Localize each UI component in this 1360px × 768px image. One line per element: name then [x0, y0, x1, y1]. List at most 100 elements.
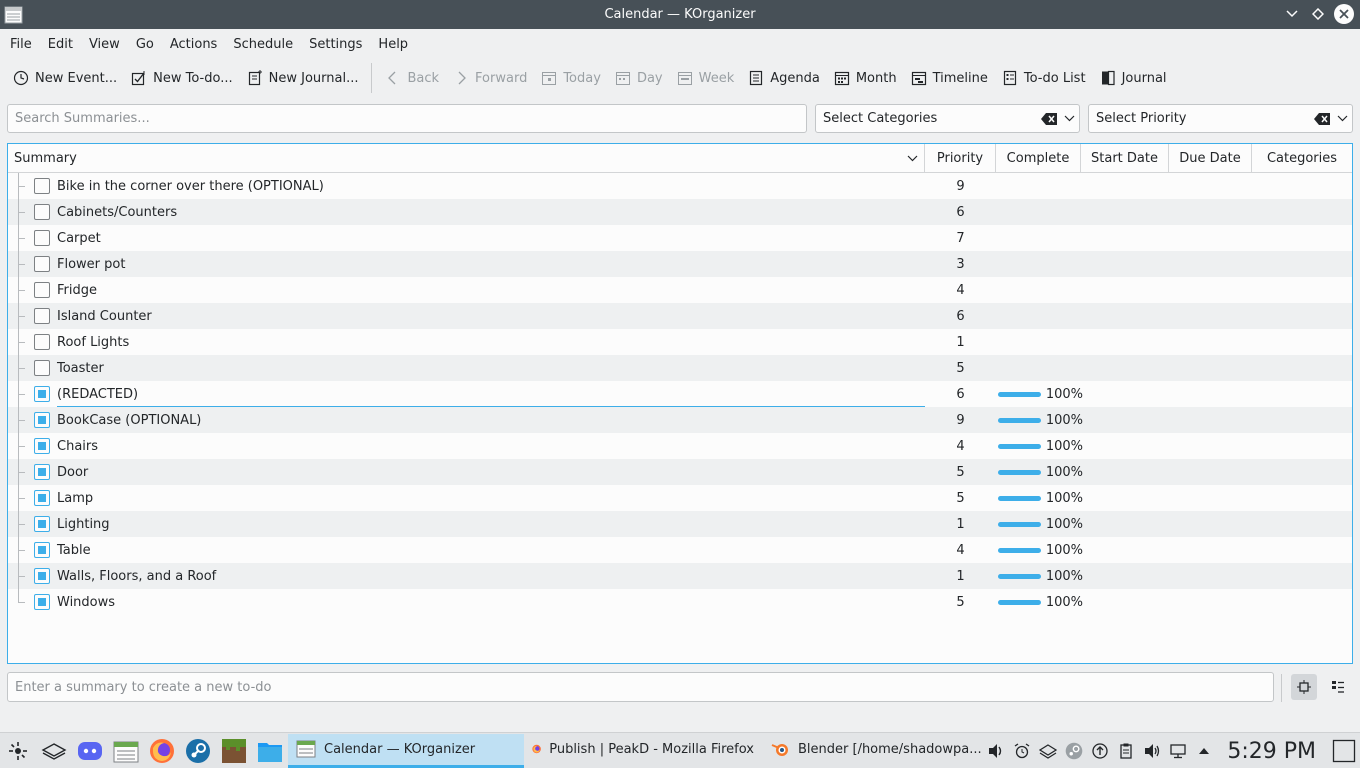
priority-dropdown-arrow[interactable] — [1332, 115, 1352, 122]
column-header-complete[interactable]: Complete — [996, 144, 1081, 172]
tray-updates[interactable] — [1087, 733, 1113, 768]
todo-complete-checkbox[interactable] — [34, 308, 50, 324]
timeline-view-button[interactable]: Timeline — [904, 63, 995, 93]
todo-complete-checkbox[interactable] — [34, 256, 50, 272]
tray-volume[interactable] — [1139, 733, 1165, 768]
launcher-firefox[interactable] — [144, 733, 180, 768]
todo-complete-checkbox[interactable] — [34, 516, 50, 532]
menu-file[interactable]: File — [2, 37, 40, 52]
clear-priority-button[interactable] — [1312, 112, 1332, 125]
todo-row[interactable]: Roof Lights 1 — [8, 329, 1352, 355]
tray-clipboard[interactable] — [1113, 733, 1139, 768]
day-view-button[interactable]: Day — [608, 63, 670, 93]
todo-row[interactable]: Lighting 1 100% — [8, 511, 1352, 537]
priority-filter-combo[interactable]: Select Priority — [1088, 104, 1353, 133]
agenda-view-button[interactable]: Agenda — [741, 63, 827, 93]
tray-audio-volume[interactable] — [983, 733, 1009, 768]
todo-complete-checkbox[interactable] — [34, 360, 50, 376]
quick-add-todo-input[interactable]: Enter a summary to create a new to-do — [7, 672, 1274, 702]
tray-expand-button[interactable] — [1191, 733, 1217, 768]
todo-row[interactable]: Bike in the corner over there (OPTIONAL)… — [8, 173, 1352, 199]
todo-row[interactable]: Walls, Floors, and a Roof 1 100% — [8, 563, 1352, 589]
column-header-priority[interactable]: Priority — [925, 144, 996, 172]
todo-row[interactable]: Lamp 5 100% — [8, 485, 1352, 511]
todo-row[interactable]: Cabinets/Counters 6 — [8, 199, 1352, 225]
search-summaries-input[interactable]: Search Summaries... — [7, 104, 807, 133]
column-header-start-date[interactable]: Start Date — [1081, 144, 1169, 172]
menu-edit[interactable]: Edit — [40, 37, 81, 52]
column-header-due-date[interactable]: Due Date — [1169, 144, 1252, 172]
launcher-minecraft[interactable] — [216, 733, 252, 768]
menu-go[interactable]: Go — [128, 37, 162, 52]
menu-schedule[interactable]: Schedule — [225, 37, 301, 52]
todo-complete-checkbox[interactable] — [34, 464, 50, 480]
todo-row[interactable]: Table 4 100% — [8, 537, 1352, 563]
todo-complete-checkbox[interactable] — [34, 412, 50, 428]
todo-complete-checkbox[interactable] — [34, 282, 50, 298]
launcher-desktop[interactable] — [36, 733, 72, 768]
application-launcher[interactable] — [0, 733, 36, 768]
back-button[interactable]: Back — [378, 63, 446, 93]
todo-row[interactable]: Flower pot 3 — [8, 251, 1352, 277]
calendar-week-icon — [677, 72, 692, 85]
today-button[interactable]: Today — [534, 63, 608, 93]
show-desktop-button[interactable] — [1328, 733, 1360, 768]
todo-complete-checkbox[interactable] — [34, 230, 50, 246]
todo-complete-checkbox[interactable] — [34, 438, 50, 454]
todo-complete-checkbox[interactable] — [34, 568, 50, 584]
todo-complete-checkbox[interactable] — [34, 334, 50, 350]
categories-dropdown-arrow[interactable] — [1059, 115, 1079, 122]
menu-help[interactable]: Help — [370, 37, 416, 52]
flat-view-button[interactable] — [1325, 674, 1351, 700]
task-blender[interactable]: Blender [/home/shadowpa... — [762, 734, 998, 768]
minimize-button[interactable] — [1282, 4, 1302, 24]
menu-actions[interactable]: Actions — [162, 37, 226, 52]
todo-row[interactable]: BookCase (OPTIONAL) 9 100% — [8, 407, 1352, 433]
todo-row[interactable]: Fridge 4 — [8, 277, 1352, 303]
launcher-discord[interactable] — [72, 733, 108, 768]
todo-complete-cell — [998, 225, 1083, 251]
korganizer-app-icon[interactable] — [4, 5, 23, 24]
todo-complete-checkbox[interactable] — [34, 490, 50, 506]
digital-clock[interactable]: 5:29 PM — [1217, 739, 1328, 764]
full-view-button[interactable] — [1291, 674, 1317, 700]
menu-settings[interactable]: Settings — [301, 37, 370, 52]
task-firefox[interactable]: Publish | PeakD - Mozilla Firefox — [524, 734, 762, 768]
close-button[interactable] — [1334, 4, 1354, 24]
todo-row[interactable]: Windows 5 100% — [8, 589, 1352, 615]
todo-tree-view[interactable]: Summary Priority Complete Start Date Due… — [7, 143, 1353, 664]
todo-complete-checkbox[interactable] — [34, 542, 50, 558]
categories-filter-combo[interactable]: Select Categories — [815, 104, 1080, 133]
new-event-button[interactable]: New Event... — [6, 63, 124, 93]
tray-network[interactable] — [1165, 733, 1191, 768]
forward-button[interactable]: Forward — [446, 63, 534, 93]
todo-complete-checkbox[interactable] — [34, 178, 50, 194]
todo-row[interactable]: (REDACTED) 6 100% — [8, 381, 1352, 407]
todo-list-view-button[interactable]: To-do List — [995, 63, 1093, 93]
new-todo-button[interactable]: New To-do... — [124, 63, 239, 93]
todo-complete-checkbox[interactable] — [34, 594, 50, 610]
maximize-button[interactable] — [1308, 4, 1328, 24]
todo-row[interactable]: Chairs 4 100% — [8, 433, 1352, 459]
week-view-button[interactable]: Week — [670, 63, 742, 93]
tray-steam[interactable] — [1061, 733, 1087, 768]
todo-row[interactable]: Island Counter 6 — [8, 303, 1352, 329]
column-header-categories[interactable]: Categories — [1252, 144, 1352, 172]
launcher-file-manager[interactable] — [252, 733, 288, 768]
column-header-summary[interactable]: Summary — [8, 144, 925, 172]
launcher-steam[interactable] — [180, 733, 216, 768]
tray-desktop[interactable] — [1035, 733, 1061, 768]
todo-complete-checkbox[interactable] — [34, 204, 50, 220]
todo-row[interactable]: Carpet 7 — [8, 225, 1352, 251]
journal-view-button[interactable]: Journal — [1093, 63, 1174, 93]
menu-view[interactable]: View — [81, 37, 128, 52]
launcher-korganizer[interactable] — [108, 733, 144, 768]
month-view-button[interactable]: Month — [827, 63, 904, 93]
task-korganizer[interactable]: Calendar — KOrganizer — [288, 733, 524, 768]
todo-complete-checkbox[interactable] — [34, 386, 50, 402]
todo-row[interactable]: Toaster 5 — [8, 355, 1352, 381]
clear-categories-button[interactable] — [1039, 112, 1059, 125]
new-journal-button[interactable]: New Journal... — [240, 63, 366, 93]
todo-row[interactable]: Door 5 100% — [8, 459, 1352, 485]
tray-notifications[interactable] — [1009, 733, 1035, 768]
